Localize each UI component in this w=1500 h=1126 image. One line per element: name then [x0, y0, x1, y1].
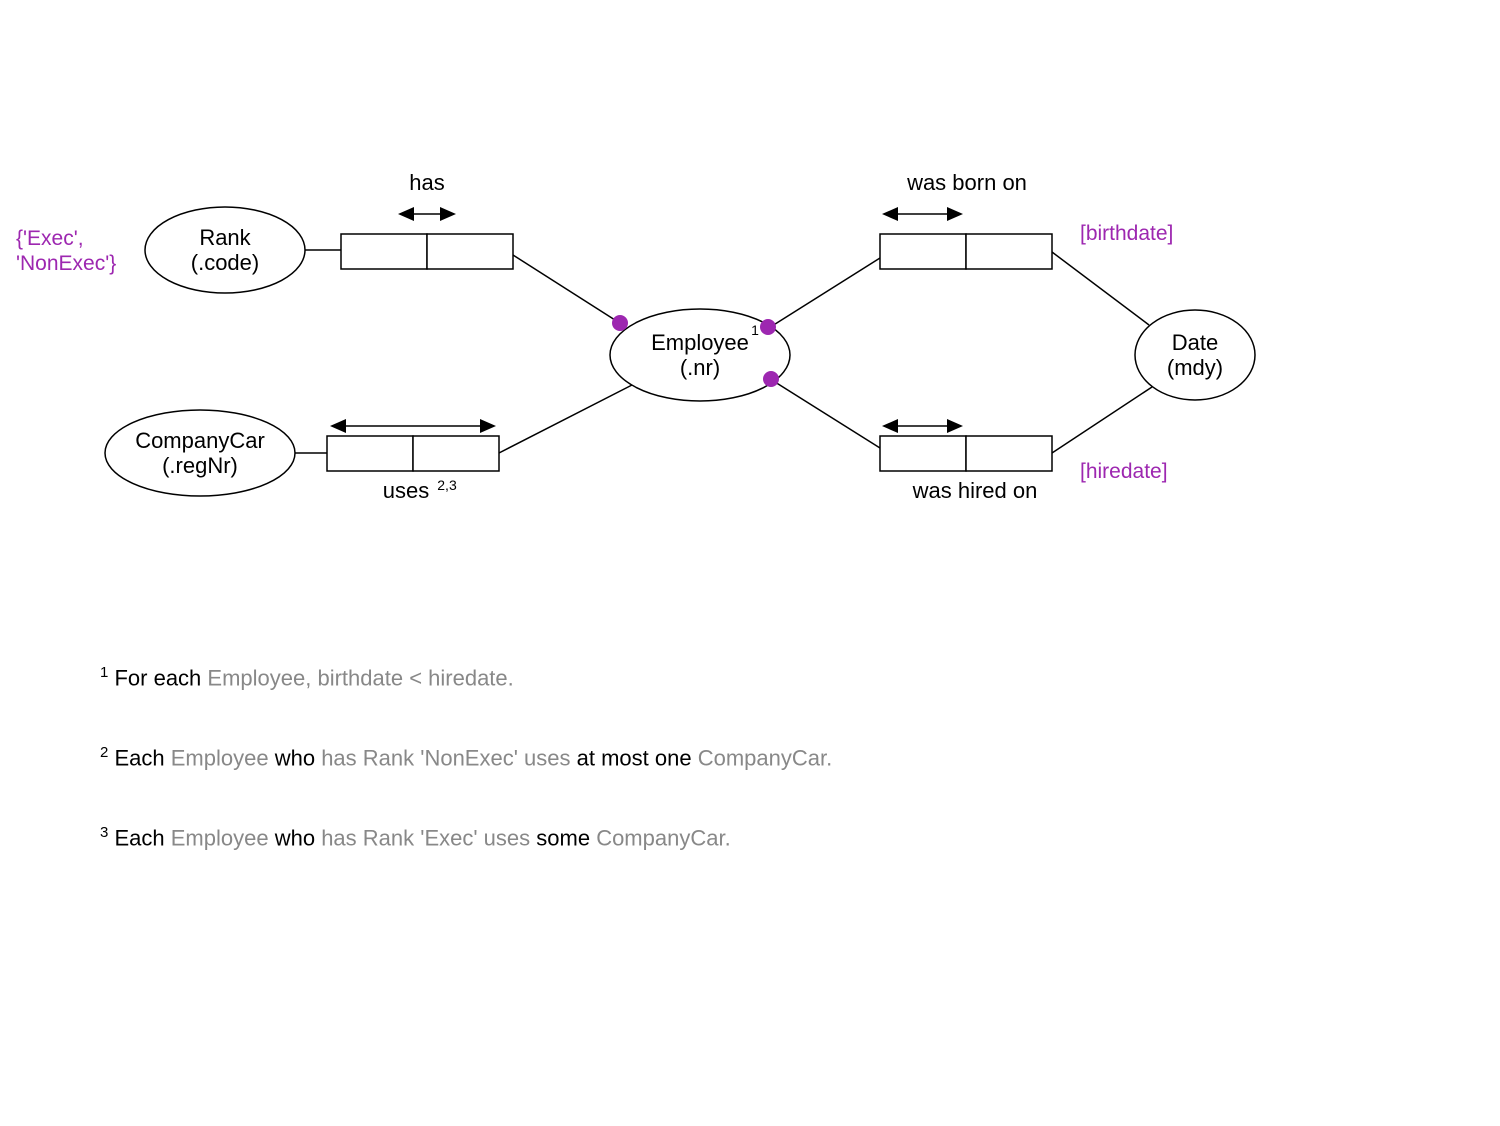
- uniqueness-hired-arrowhead-left: [882, 419, 898, 433]
- footnote-1: 1 For each Employee, birthdate < hiredat…: [100, 664, 514, 691]
- footnote-3-text4: has Rank 'Exec' uses: [321, 825, 530, 850]
- footnote-1-text1: For each: [114, 665, 207, 690]
- connector-born-date: [1052, 252, 1149, 325]
- predicate-uses-label: uses: [383, 478, 429, 503]
- footnote-3-text1: Each: [114, 825, 170, 850]
- footnote-2-text6: CompanyCar.: [698, 745, 833, 770]
- entity-companycar-label1: CompanyCar: [135, 428, 265, 453]
- footnote-3-text6: CompanyCar.: [596, 825, 731, 850]
- predicate-hired-label: was hired on: [912, 478, 1038, 503]
- connector-hired-date: [1052, 387, 1152, 453]
- footnote-2-text3: who: [275, 745, 321, 770]
- entity-companycar-label2: (.regNr): [162, 453, 238, 478]
- predicate-has-role2: [427, 234, 513, 269]
- uniqueness-hired-arrowhead-right: [947, 419, 963, 433]
- predicate-has-label: has: [409, 170, 444, 195]
- connector-employee-born: [772, 258, 880, 326]
- uniqueness-uses-arrowhead-right: [480, 419, 496, 433]
- entity-employee-label1: Employee: [651, 330, 749, 355]
- entity-employee-sup: 1: [751, 322, 759, 338]
- mandatory-dot-born: [760, 319, 776, 335]
- footnote-1-sup: 1: [100, 664, 108, 681]
- uniqueness-uses-arrowhead-left: [330, 419, 346, 433]
- mandatory-dot-hired: [763, 371, 779, 387]
- footnote-3-text2: Employee: [171, 825, 269, 850]
- footnote-3-sup: 3: [100, 824, 108, 841]
- footnote-3-text5: some: [536, 825, 596, 850]
- predicate-uses-sup: 2,3: [437, 477, 457, 493]
- footnote-2-text4: has Rank 'NonExec' uses: [321, 745, 570, 770]
- predicate-hired-role2: [966, 436, 1052, 471]
- orm-diagram: Rank (.code) CompanyCar (.regNr) Employe…: [0, 0, 1500, 1126]
- connector-uses-employee: [499, 385, 632, 453]
- predicate-uses-role1: [327, 436, 413, 471]
- connector-employee-hired: [775, 382, 880, 448]
- uniqueness-has-arrowhead-left: [398, 207, 414, 221]
- predicate-hired-role1: [880, 436, 966, 471]
- entity-rank-label2: (.code): [191, 250, 259, 275]
- entity-date-label1: Date: [1172, 330, 1218, 355]
- entity-date-label2: (mdy): [1167, 355, 1223, 380]
- role-name-hiredate: [hiredate]: [1080, 460, 1168, 483]
- uniqueness-born-arrowhead-right: [947, 207, 963, 221]
- footnote-3-text3: who: [275, 825, 321, 850]
- connector-has-employee: [513, 255, 615, 320]
- footnote-3: 3 Each Employee who has Rank 'Exec' uses…: [100, 824, 731, 851]
- entity-employee-label2: (.nr): [680, 355, 720, 380]
- entity-rank-label1: Rank: [199, 225, 251, 250]
- value-constraint-line2: 'NonExec'}: [16, 252, 116, 275]
- mandatory-dot-has: [612, 315, 628, 331]
- footnote-2: 2 Each Employee who has Rank 'NonExec' u…: [100, 744, 832, 771]
- predicate-born-role2: [966, 234, 1052, 269]
- predicate-born-role1: [880, 234, 966, 269]
- predicate-uses-role2: [413, 436, 499, 471]
- footnote-2-sup: 2: [100, 744, 108, 761]
- value-constraint-line1: {'Exec',: [16, 227, 84, 250]
- footnote-2-text5: at most one: [577, 745, 698, 770]
- predicate-born-label: was born on: [906, 170, 1027, 195]
- footnote-2-text1: Each: [114, 745, 170, 770]
- uniqueness-born-arrowhead-left: [882, 207, 898, 221]
- uniqueness-has-arrowhead-right: [440, 207, 456, 221]
- footnote-2-text2: Employee: [171, 745, 269, 770]
- role-name-birthdate: [birthdate]: [1080, 222, 1173, 245]
- footnote-1-text2: Employee, birthdate < hiredate.: [207, 665, 513, 690]
- predicate-has-role1: [341, 234, 427, 269]
